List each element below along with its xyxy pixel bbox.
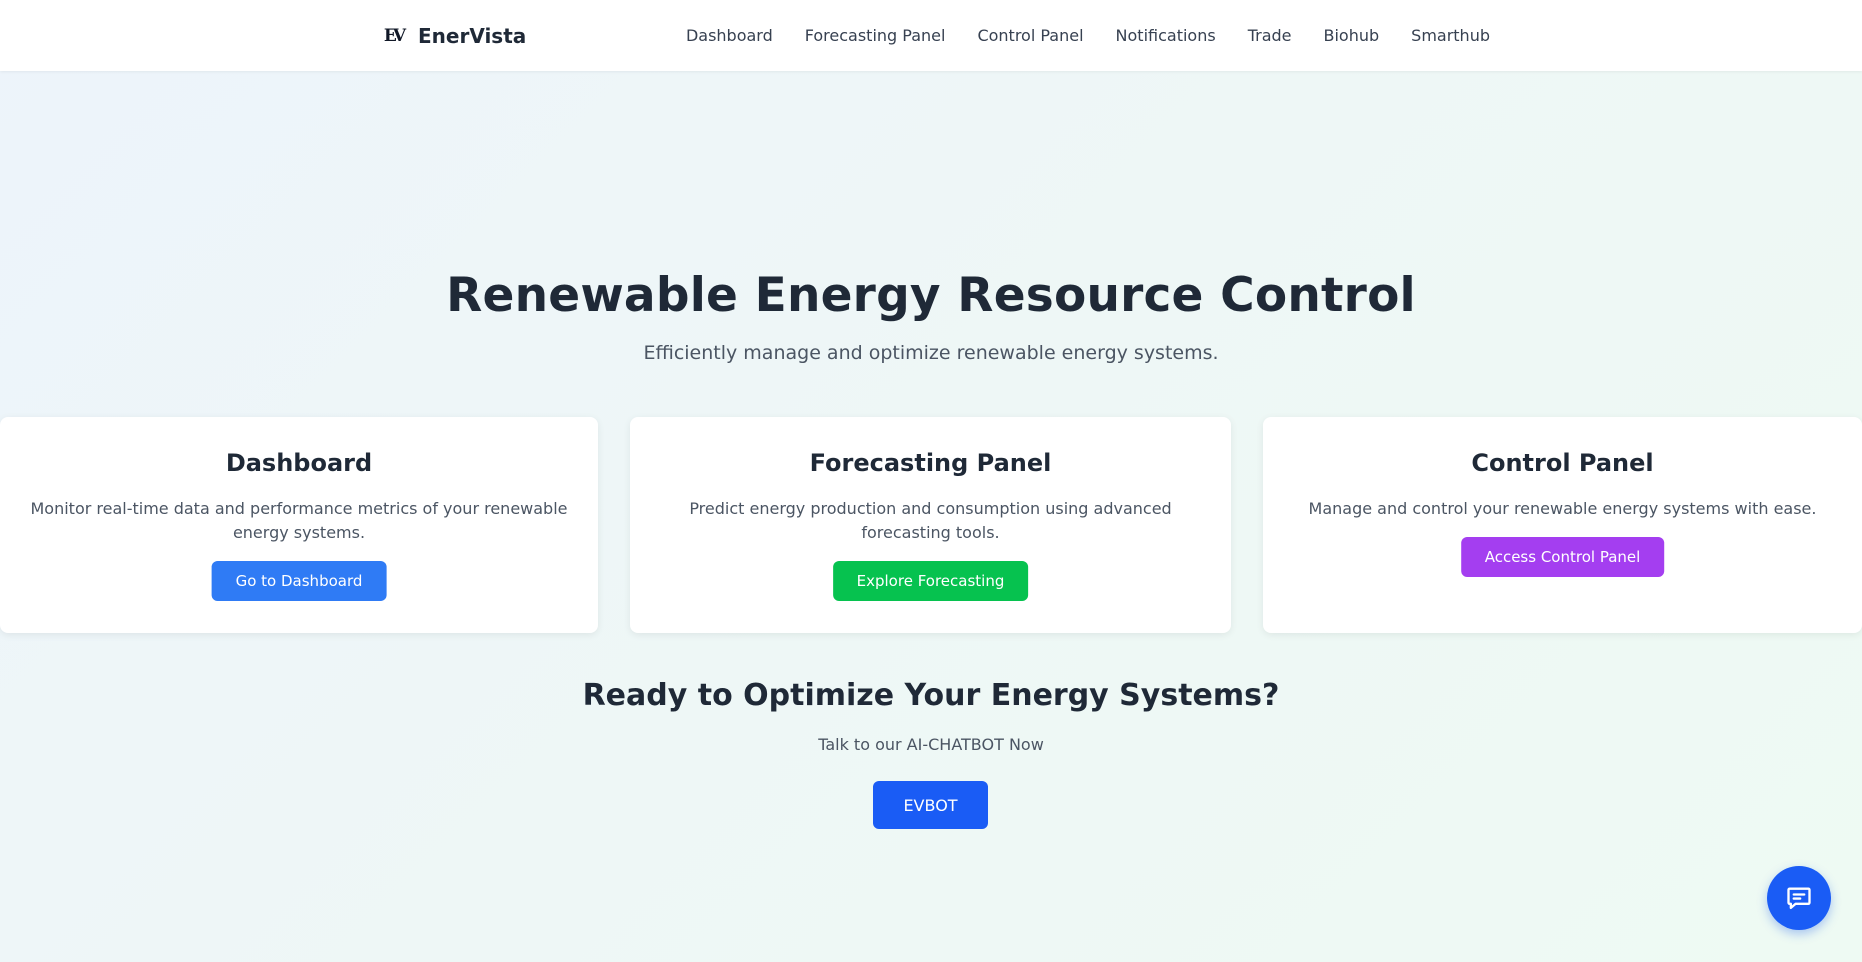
forecasting-card: Forecasting Panel Predict energy product… (630, 417, 1231, 633)
go-to-dashboard-button[interactable]: Go to Dashboard (211, 561, 387, 601)
cta-subtitle: Talk to our AI-CHATBOT Now (818, 735, 1044, 754)
chat-launcher-button[interactable] (1767, 866, 1831, 930)
explore-forecasting-button[interactable]: Explore Forecasting (832, 561, 1029, 601)
card-description: Monitor real-time data and performance m… (30, 499, 568, 542)
nav-link-notifications[interactable]: Notifications (1116, 26, 1216, 45)
control-panel-card: Control Panel Manage and control your re… (1263, 417, 1862, 633)
nav-link-trade[interactable]: Trade (1248, 26, 1292, 45)
hero-title: Renewable Energy Resource Control (446, 268, 1416, 323)
nav-link-biohub[interactable]: Biohub (1324, 26, 1380, 45)
brand[interactable]: EV EnerVista (380, 18, 526, 54)
evbot-button[interactable]: EVBOT (873, 781, 988, 829)
nav-link-control-panel[interactable]: Control Panel (977, 26, 1083, 45)
card-description: Predict energy production and consumptio… (689, 499, 1172, 542)
card-description: Manage and control your renewable energy… (1308, 499, 1817, 518)
hero-subtitle: Efficiently manage and optimize renewabl… (643, 342, 1219, 364)
nav-links: Dashboard Forecasting Panel Control Pane… (686, 0, 1490, 71)
nav-link-dashboard[interactable]: Dashboard (686, 26, 773, 45)
cta-title: Ready to Optimize Your Energy Systems? (582, 678, 1280, 713)
brand-name: EnerVista (418, 24, 527, 48)
card-title: Control Panel (1471, 449, 1654, 477)
nav-link-forecasting-panel[interactable]: Forecasting Panel (805, 26, 946, 45)
top-navbar: EV EnerVista Dashboard Forecasting Panel… (0, 0, 1862, 71)
enervista-logo-icon: EV (383, 26, 406, 46)
nav-link-smarthub[interactable]: Smarthub (1411, 26, 1490, 45)
card-title: Dashboard (225, 449, 373, 477)
card-title: Forecasting Panel (809, 449, 1052, 477)
chat-bubble-icon (1787, 887, 1811, 910)
access-control-panel-button[interactable]: Access Control Panel (1460, 537, 1665, 577)
dashboard-card: Dashboard Monitor real-time data and per… (0, 417, 598, 633)
